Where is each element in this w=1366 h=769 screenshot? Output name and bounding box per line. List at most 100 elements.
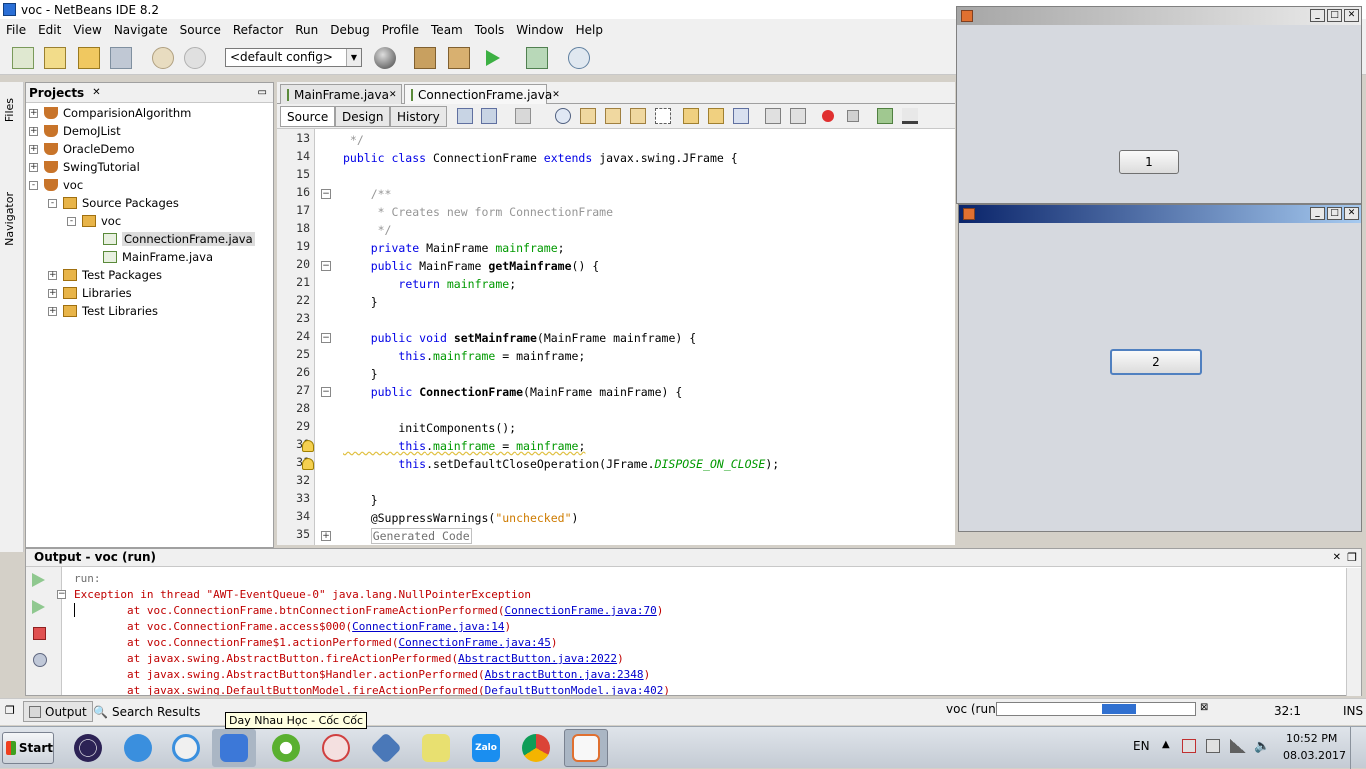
output-scrollbar[interactable]	[1346, 568, 1361, 696]
new-file-icon[interactable]	[12, 47, 34, 69]
find-icon[interactable]	[555, 108, 571, 124]
tab-connectionframe[interactable]: ConnectionFrame.java ✕	[404, 84, 560, 104]
restore-icon[interactable]: ❐	[5, 704, 15, 717]
prev-bookmark-icon[interactable]	[683, 108, 699, 124]
history-nav-icon[interactable]	[481, 108, 497, 124]
taskbar-app[interactable]	[264, 729, 308, 767]
tree-item-libraries[interactable]: + Libraries	[48, 284, 132, 302]
history-view-button[interactable]: History	[390, 106, 447, 127]
redo-icon[interactable]	[184, 47, 206, 69]
menu-edit[interactable]: Edit	[32, 23, 67, 37]
taskbar-java[interactable]	[564, 729, 608, 767]
menu-file[interactable]: File	[0, 23, 32, 37]
taskbar-eclipse[interactable]	[66, 729, 110, 767]
taskbar-ie[interactable]	[116, 729, 160, 767]
maximize-icon[interactable]: ❐	[1347, 551, 1357, 564]
frame-title-bar[interactable]: _ □ ✕	[959, 205, 1361, 223]
frame-button-1[interactable]: 1	[1119, 150, 1179, 174]
run-icon[interactable]	[486, 50, 500, 66]
show-desktop-button[interactable]	[1350, 727, 1366, 769]
taskbar-virtualbox[interactable]	[364, 729, 408, 767]
device-icon[interactable]	[1206, 739, 1220, 753]
fold-toggle-icon[interactable]: −	[321, 387, 331, 397]
stack-link[interactable]: AbstractButton.java:2022	[458, 652, 617, 665]
stack-link[interactable]: DefaultButtonModel.java:402	[485, 684, 664, 695]
fold-toggle-icon[interactable]: −	[321, 261, 331, 271]
menu-window[interactable]: Window	[510, 23, 569, 37]
open-project-icon[interactable]	[78, 47, 100, 69]
generated-code-fold[interactable]: Generated Code	[370, 528, 472, 544]
close-icon[interactable]: ✕	[389, 90, 397, 100]
minimize-icon[interactable]: _	[1310, 207, 1325, 220]
uncomment-icon[interactable]	[902, 108, 918, 124]
taskbar-snipping[interactable]	[314, 729, 358, 767]
tree-item-voc-package[interactable]: - voc	[67, 212, 121, 230]
output-tab[interactable]: Output	[23, 701, 93, 722]
tree-item-oracledemo[interactable]: + OracleDemo	[29, 140, 135, 158]
hint-bulb-icon[interactable]	[302, 458, 314, 470]
tab-mainframe[interactable]: MainFrame.java ✕	[280, 84, 402, 104]
undo-icon[interactable]	[152, 47, 174, 69]
taskbar-media[interactable]	[164, 729, 208, 767]
profile-icon[interactable]	[568, 47, 590, 69]
close-icon[interactable]: ✕	[552, 90, 560, 100]
next-bookmark-icon[interactable]	[708, 108, 724, 124]
frame-button-2[interactable]: 2	[1110, 349, 1202, 375]
language-indicator[interactable]: EN	[1133, 739, 1150, 753]
menu-help[interactable]: Help	[570, 23, 609, 37]
tree-item-test-libraries[interactable]: + Test Libraries	[48, 302, 158, 320]
cancel-task-icon[interactable]: ⊠	[1200, 702, 1208, 713]
menu-profile[interactable]: Profile	[376, 23, 425, 37]
clock-date[interactable]: 08.03.2017	[1283, 749, 1346, 762]
save-all-icon[interactable]	[110, 47, 132, 69]
tree-item-connectionframe[interactable]: ConnectionFrame.java	[103, 230, 255, 248]
find-next-icon[interactable]	[605, 108, 621, 124]
toggle-bookmark-icon[interactable]	[733, 108, 749, 124]
close-icon[interactable]: ✕	[1344, 207, 1359, 220]
stack-link[interactable]: ConnectionFrame.java:45	[399, 636, 551, 649]
start-button[interactable]: Start	[2, 732, 54, 764]
build-hammer-icon[interactable]	[414, 47, 436, 69]
navigator-tab[interactable]: Navigator	[3, 192, 16, 246]
design-view-button[interactable]: Design	[335, 106, 391, 127]
shift-right-icon[interactable]	[790, 108, 806, 124]
menu-debug[interactable]: Debug	[324, 23, 375, 37]
source-view-button[interactable]: Source	[280, 106, 336, 127]
clean-build-icon[interactable]	[448, 47, 470, 69]
comment-icon[interactable]	[877, 108, 893, 124]
taskbar-chrome[interactable]	[514, 729, 558, 767]
forward-icon[interactable]	[515, 108, 531, 124]
rerun-icon[interactable]	[32, 573, 45, 587]
search-results-tab[interactable]: 🔍 Search Results	[90, 701, 203, 722]
stop-macro-icon[interactable]	[847, 110, 859, 122]
stack-link[interactable]: ConnectionFrame.java:70	[504, 604, 656, 617]
close-icon[interactable]: ✕	[92, 87, 100, 98]
taskbar-sticky[interactable]	[414, 729, 458, 767]
fold-toggle-icon[interactable]: +	[321, 531, 331, 541]
close-icon[interactable]: ✕	[1333, 552, 1341, 563]
back-icon[interactable]	[457, 108, 473, 124]
menu-view[interactable]: View	[67, 23, 107, 37]
tree-item-mainframe[interactable]: MainFrame.java	[103, 248, 213, 266]
record-macro-icon[interactable]	[822, 110, 834, 122]
maximize-icon[interactable]: □	[1327, 207, 1342, 220]
clock-time[interactable]: 10:52 PM	[1286, 732, 1337, 745]
minimize-icon[interactable]: _	[1310, 9, 1325, 22]
menu-refactor[interactable]: Refactor	[227, 23, 289, 37]
tree-item-voc[interactable]: - voc	[29, 176, 83, 194]
tray-expand-icon[interactable]: ▲	[1162, 739, 1170, 750]
hint-bulb-icon[interactable]	[302, 440, 314, 452]
fold-toggle-icon[interactable]: −	[57, 590, 66, 599]
frame-title-bar[interactable]: _ □ ✕	[957, 7, 1361, 25]
tree-item-demojlist[interactable]: + DemoJList	[29, 122, 121, 140]
signal-icon[interactable]	[1230, 739, 1246, 753]
tree-item-source-packages[interactable]: - Source Packages	[48, 194, 179, 212]
stop-icon[interactable]	[33, 627, 46, 640]
config-select[interactable]: <default config> ▼	[225, 48, 362, 67]
network-error-icon[interactable]	[1182, 739, 1196, 753]
menu-tools[interactable]: Tools	[469, 23, 511, 37]
tree-item-swingtutorial[interactable]: + SwingTutorial	[29, 158, 140, 176]
rerun-with-args-icon[interactable]	[32, 600, 45, 614]
settings-icon[interactable]	[33, 653, 47, 667]
debug-icon[interactable]	[526, 47, 548, 69]
